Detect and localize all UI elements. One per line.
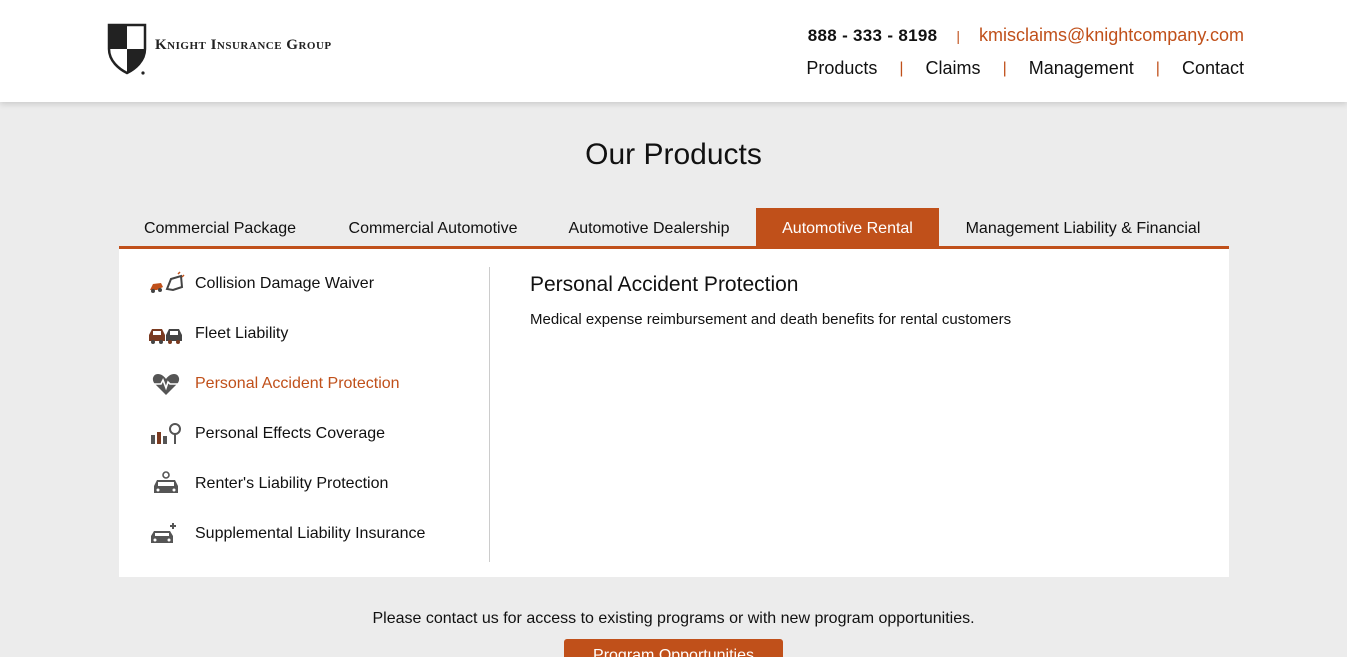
product-personal-accident-protection[interactable]: Personal Accident Protection [147,369,400,399]
separator: | [956,27,960,44]
cta-text: Please contact us for access to existing… [372,610,975,627]
product-label: Supplemental Liability Insurance [195,525,426,542]
shield-logo-icon [107,23,147,75]
nav-products[interactable]: Products [806,58,877,79]
product-panel: Collision Damage Waiver Fleet Liability [119,249,1229,577]
product-renters-liability-protection[interactable]: Renter's Liability Protection [147,469,388,499]
program-opportunities-button[interactable]: Program Opportunities [564,639,783,657]
product-detail-description: Medical expense reimbursement and death … [530,311,1012,328]
car-crash-icon [147,269,187,299]
page-title: Our Products [585,138,762,171]
tab-commercial-automotive[interactable]: Commercial Automotive [333,208,533,246]
main-nav: Products | Claims | Management | Contact [806,58,1244,79]
contact-line: 888 - 333 - 8198 | kmisclaims@knightcomp… [808,25,1244,46]
site-header: Knight Insurance Group 888 - 333 - 8198 … [0,0,1347,102]
product-label: Fleet Liability [195,325,289,342]
nav-management[interactable]: Management [1029,58,1134,79]
car-user-icon [147,469,187,499]
separator: | [899,59,904,77]
phone-number[interactable]: 888 - 333 - 8198 [808,26,938,46]
cars-icon [147,319,187,349]
tab-management-liability[interactable]: Management Liability & Financial [957,208,1209,246]
product-supplemental-liability-insurance[interactable]: Supplemental Liability Insurance [147,519,425,549]
nav-claims[interactable]: Claims [926,58,981,79]
nav-contact[interactable]: Contact [1182,58,1244,79]
heartbeat-icon [147,369,187,399]
panel-divider [489,267,490,562]
product-label: Renter's Liability Protection [195,475,389,492]
product-label: Personal Effects Coverage [195,425,386,442]
tab-commercial-package[interactable]: Commercial Package [119,208,321,246]
product-detail-title: Personal Accident Protection [530,273,799,296]
product-label: Personal Accident Protection [195,375,400,392]
brand-name: Knight Insurance Group [155,37,332,53]
separator: | [1002,59,1007,77]
product-personal-effects-coverage[interactable]: Personal Effects Coverage [147,419,385,449]
car-plus-icon [147,519,187,549]
separator: | [1155,59,1160,77]
personal-items-icon [147,419,187,449]
logo[interactable]: Knight Insurance Group [107,23,332,75]
tab-automotive-dealership[interactable]: Automotive Dealership [551,208,747,246]
product-collision-damage-waiver[interactable]: Collision Damage Waiver [147,269,374,299]
product-label: Collision Damage Waiver [195,275,375,292]
product-list: Collision Damage Waiver Fleet Liability [119,249,489,577]
email-link[interactable]: kmisclaims@knightcompany.com [979,25,1244,46]
tab-automotive-rental[interactable]: Automotive Rental [756,208,939,246]
product-fleet-liability[interactable]: Fleet Liability [147,319,288,349]
product-tabs: Commercial Package Commercial Automotive… [119,208,1229,249]
